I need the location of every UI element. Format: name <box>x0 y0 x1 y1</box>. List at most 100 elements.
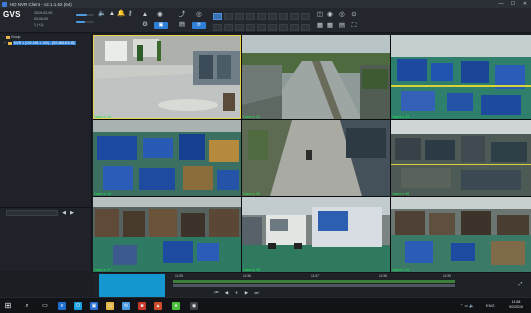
bell-icon[interactable]: 🔔 <box>117 10 125 18</box>
panel-splitter[interactable] <box>0 207 92 208</box>
record-track[interactable] <box>173 280 455 283</box>
system-clock[interactable]: 11:58 9/2/2019 <box>509 300 523 310</box>
video-feed-4 <box>93 120 241 196</box>
layout-b2[interactable] <box>224 24 233 31</box>
layout-b6[interactable] <box>268 24 277 31</box>
mode-button-2[interactable]: ▤ <box>178 21 186 29</box>
record-all-icon[interactable]: ⊙ <box>350 11 358 19</box>
camera-label: Camera 03 <box>392 114 410 119</box>
layout-3x3[interactable] <box>235 13 244 20</box>
lock-icon[interactable]: ⚷ <box>126 10 134 18</box>
close-button[interactable]: ✕ <box>519 0 531 8</box>
layout-4x4[interactable] <box>246 13 255 20</box>
sync-button[interactable]: ⟳ <box>192 22 206 29</box>
camera-label: Camera 08 <box>243 267 261 272</box>
camera-tile-3[interactable]: Camera 03 <box>391 35 531 119</box>
volume-slider[interactable] <box>76 14 94 16</box>
layout-b3[interactable] <box>235 24 244 31</box>
search-icon[interactable]: ⌕ <box>22 301 32 311</box>
layout-b9[interactable] <box>301 24 310 31</box>
camera-grid: Camera 01 Camera 02 Camera 03 Camera 04 … <box>93 35 531 272</box>
play-button[interactable]: ▶ <box>243 290 250 296</box>
app-icon[interactable]: ■ <box>138 302 146 310</box>
tray-icons[interactable]: ⌃ ▭ 🔈 <box>460 303 474 308</box>
layout-5x5[interactable] <box>257 13 266 20</box>
search-input[interactable] <box>6 210 58 216</box>
prev-arrow[interactable]: ◀ <box>61 210 67 216</box>
snapshot-icon[interactable]: ◫ <box>316 11 324 19</box>
mail-icon[interactable]: ✉ <box>122 302 130 310</box>
minimize-button[interactable]: — <box>495 0 507 8</box>
fullscreen-icon[interactable]: ⛶ <box>350 22 358 30</box>
capture-icon[interactable]: ◎ <box>338 11 346 19</box>
camera-label: Camera 04 <box>94 191 112 196</box>
camera-tile-5[interactable]: Camera 05 <box>242 120 390 196</box>
camera-tile-1[interactable]: Camera 01 <box>93 35 241 119</box>
event-track[interactable] <box>173 284 455 287</box>
toolbar: GVS 2019-02-09 00:00:00 1 (+1) 🔈 ▲ 🔔 ⚷ ▲… <box>0 8 531 33</box>
tree-row-nvr[interactable]: + NVR 1 (192.168.1.100) - [DS-8664NI-I8] <box>4 41 76 46</box>
task-view-icon[interactable]: ▭ <box>40 301 50 311</box>
line-icon[interactable]: ● <box>172 302 180 310</box>
explorer-icon[interactable]: ▭ <box>106 302 114 310</box>
expand-timeline-button[interactable]: ⤢ <box>517 281 524 287</box>
camera-tile-8[interactable]: Camera 08 <box>242 197 390 272</box>
camera-tile-2[interactable]: Camera 02 <box>242 35 390 119</box>
layout-1x1[interactable] <box>213 13 222 20</box>
gvs-logo: GVS <box>3 10 21 19</box>
video-feed-7 <box>93 197 241 272</box>
skip-back-button[interactable]: ⏮ <box>213 290 220 296</box>
edge-icon[interactable]: e <box>58 302 66 310</box>
list-icon[interactable]: ▤ <box>338 22 346 30</box>
playback-icon[interactable]: ◉ <box>326 11 334 19</box>
timeline-channel-panel[interactable] <box>99 274 165 297</box>
camera-icon[interactable]: ◎ <box>195 11 203 19</box>
speaker-icon[interactable]: 🔈 <box>98 10 106 18</box>
next-arrow[interactable]: ▶ <box>69 210 75 216</box>
mic-icon[interactable]: ▲ <box>108 10 116 18</box>
window-title: HD NVR Client - v2.1.1.62 (64) <box>10 1 72 7</box>
skip-forward-button[interactable]: ⏭ <box>253 290 260 296</box>
layout-6x6[interactable] <box>268 13 277 20</box>
tick-label: 11:59 <box>443 274 452 278</box>
tick-label: 11:57 <box>311 274 320 278</box>
pause-button[interactable]: ⏸ <box>233 290 240 296</box>
folder-icon <box>6 35 10 39</box>
video-feed-9 <box>391 197 531 272</box>
info-date: 2019-02-09 <box>34 11 53 15</box>
layout-1plus5[interactable] <box>279 13 288 20</box>
device-icon <box>8 41 12 45</box>
up-arrow-icon[interactable]: ▲ <box>141 11 149 19</box>
start-icon[interactable]: ⊞ <box>3 301 13 311</box>
grid-icon[interactable]: ▦ <box>326 22 334 30</box>
step-back-button[interactable]: ◀ <box>223 290 230 296</box>
layout-b5[interactable] <box>257 24 266 31</box>
outlook-icon[interactable]: O <box>74 302 82 310</box>
tray-language[interactable]: ENG <box>486 303 495 308</box>
mode-button-1[interactable]: ▣ <box>154 22 168 29</box>
layout-b4[interactable] <box>246 24 255 31</box>
record-icon[interactable]: ◉ <box>156 11 164 19</box>
brightness-slider[interactable] <box>76 21 94 23</box>
layout-2x2[interactable] <box>224 13 233 20</box>
camera-tile-4[interactable]: Camera 04 <box>93 120 241 196</box>
nvr-client-icon[interactable]: ◉ <box>190 302 198 310</box>
camera-tile-6[interactable]: Camera 06 <box>391 120 531 196</box>
layout-b7[interactable] <box>279 24 288 31</box>
camera-tile-7[interactable]: Camera 07 <box>93 197 241 272</box>
camera-label: Camera 02 <box>243 114 261 119</box>
layout-b8[interactable] <box>290 24 299 31</box>
maximize-button[interactable]: ☐ <box>507 0 519 8</box>
layout-1plus7[interactable] <box>290 13 299 20</box>
camera-tile-9[interactable]: Camera 09 <box>391 197 531 272</box>
pdf-icon[interactable]: ▲ <box>154 302 162 310</box>
layout-b1[interactable] <box>213 24 222 31</box>
settings-icon[interactable]: ⚙ <box>141 21 149 29</box>
export-icon[interactable]: ⤴ <box>178 11 186 19</box>
tree-row-group[interactable]: − Group <box>2 35 20 40</box>
layout-custom[interactable] <box>301 13 310 20</box>
zoom-icon[interactable]: ▦ <box>316 22 324 30</box>
info-time: 00:00:00 <box>34 17 48 21</box>
camera-label: Camera 09 <box>392 267 410 272</box>
store-icon[interactable]: ▣ <box>90 302 98 310</box>
